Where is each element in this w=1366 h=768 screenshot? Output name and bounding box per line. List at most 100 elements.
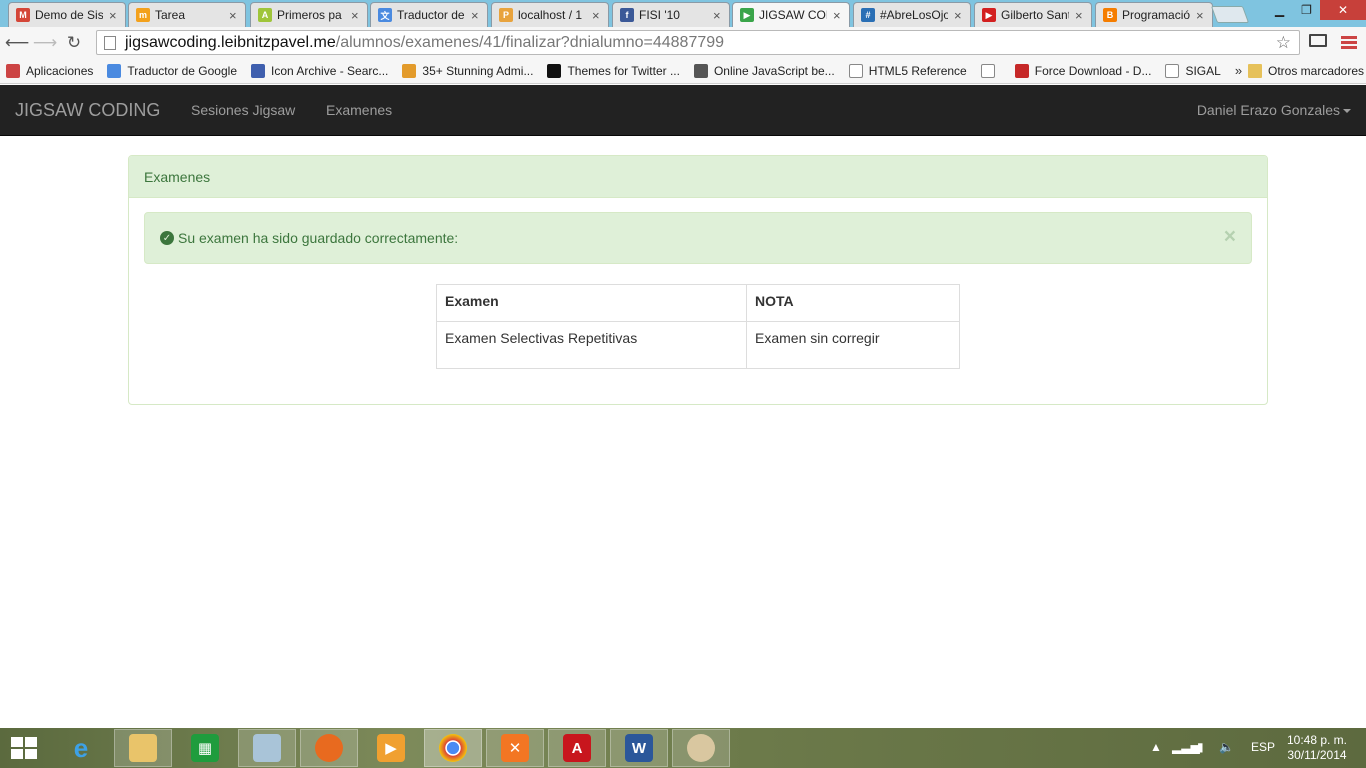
play-icon: ▶ <box>740 8 754 22</box>
page-icon <box>848 63 863 78</box>
file-explorer-icon <box>129 734 157 762</box>
browser-tab[interactable]: ▶ JIGSAW COD × <box>732 2 850 27</box>
notepad-icon <box>253 734 281 762</box>
taskbar-paint[interactable] <box>672 729 730 767</box>
nav-link-sesiones[interactable]: Sesiones Jigsaw <box>191 102 295 118</box>
taskbar-acrobat[interactable]: A <box>548 729 606 767</box>
tab-close-icon[interactable]: × <box>471 8 481 23</box>
windows-start-icon[interactable] <box>11 737 39 759</box>
show-hidden-icons[interactable]: ▲ <box>1150 740 1162 754</box>
bookmark-item[interactable]: Online JavaScript be... <box>688 63 841 78</box>
bookmark-item[interactable] <box>975 63 1007 78</box>
exam-panel: Examenes ✓ Su examen ha sido guardado co… <box>128 155 1268 405</box>
tab-close-icon[interactable]: × <box>109 8 119 23</box>
folder-icon <box>1248 63 1262 78</box>
bookmark-star-icon[interactable]: ☆ <box>1276 33 1291 53</box>
taskbar-word[interactable]: W <box>610 729 668 767</box>
power-icon[interactable]: ▮ <box>1197 740 1204 754</box>
taskbar-firefox[interactable] <box>300 729 358 767</box>
internet-explorer-icon: e <box>73 732 89 763</box>
browser-tab[interactable]: A Primeros pa × <box>250 2 368 27</box>
alert-close-icon[interactable]: × <box>1224 226 1236 247</box>
taskbar-notepad[interactable] <box>238 729 296 767</box>
browser-tab[interactable]: # #AbreLosOjo × <box>853 2 971 27</box>
exam-grade-cell: Examen sin corregir <box>746 321 960 369</box>
bookmark-item[interactable]: Force Download - D... <box>1009 63 1158 78</box>
browser-tab-strip: M Demo de Sis × m Tarea × A Primeros pa × 文 Traduc… <box>0 0 1366 27</box>
browser-tab[interactable]: Plocalhost / 1 × <box>491 2 609 27</box>
bookmark-item[interactable]: Themes for Twitter ... <box>541 63 685 78</box>
user-menu[interactable]: Daniel Erazo Gonzales <box>1197 102 1351 118</box>
table-row: Examen Selectivas Repetitivas Examen sin… <box>436 321 960 369</box>
address-bar[interactable]: jigsawcoding.leibnitzpavel.me/alumnos/ex… <box>96 30 1300 55</box>
clock-date: 30/11/2014 <box>1287 748 1347 762</box>
volume-icon[interactable]: 🔈 <box>1219 740 1234 754</box>
window-close-icon[interactable]: ✕ <box>1320 0 1366 20</box>
taskbar-chrome[interactable] <box>424 729 482 767</box>
tab-close-icon[interactable]: × <box>1196 8 1206 23</box>
bookmark-item[interactable]: Aplicaciones <box>0 63 99 78</box>
tw-icon <box>402 63 417 78</box>
bookmark-item[interactable]: 35+ Stunning Admi... <box>396 63 539 78</box>
owl-icon <box>693 63 708 78</box>
minimize-icon[interactable]: ▁ <box>1266 0 1293 20</box>
tab-title: localhost / 1 <box>518 8 583 22</box>
bookmark-item[interactable]: HTML5 Reference <box>843 63 973 78</box>
taskbar-xampp[interactable]: ✕ <box>486 729 544 767</box>
column-header-nota: NOTA <box>746 284 960 322</box>
exam-results-table: Examen NOTA Examen Selectivas Repetitiva… <box>436 284 960 369</box>
network-signal-icon[interactable]: ▂▃▅ <box>1172 740 1200 754</box>
more-bookmarks-chevron[interactable]: » <box>1235 63 1242 78</box>
reload-icon[interactable]: ↻ <box>62 31 86 55</box>
browser-tab[interactable]: ▶ Gilberto Sant × <box>974 2 1092 27</box>
facebook-icon: f <box>620 8 634 22</box>
other-bookmarks-folder[interactable]: Otros marcadores <box>1242 63 1366 78</box>
check-circle-icon: ✓ <box>160 231 174 245</box>
windows-taskbar: e ▦ ▶ ✕ A W ▲ ▂▃▅ ▮ 🔈 ESP 10:48 p. m. 30… <box>0 728 1366 768</box>
bookmark-label: SIGAL <box>1185 63 1221 78</box>
taskbar-explorer[interactable] <box>114 729 172 767</box>
taskbar-ie[interactable]: e <box>52 729 110 767</box>
apps-grid-icon <box>6 63 20 78</box>
paint-icon <box>687 734 715 762</box>
bookmark-item[interactable]: Icon Archive - Searc... <box>245 63 394 78</box>
success-alert: ✓ Su examen ha sido guardado correctamen… <box>144 212 1252 264</box>
taskbar-media[interactable]: ▶ <box>362 729 420 767</box>
browser-tab[interactable]: B Programació × <box>1095 2 1213 27</box>
maximize-icon[interactable]: ❐ <box>1293 0 1320 20</box>
language-indicator[interactable]: ESP <box>1251 740 1275 754</box>
forward-arrow-icon[interactable]: ⟶ <box>33 31 57 55</box>
tab-close-icon[interactable]: × <box>592 8 602 23</box>
bookmark-item[interactable]: SIGAL <box>1159 63 1226 78</box>
bookmark-item[interactable]: Traductor de Google <box>101 63 243 78</box>
bookmarks-bar: Aplicaciones Traductor de Google Icon Arch… <box>0 58 1366 84</box>
android-icon: A <box>258 8 272 22</box>
brand-logo-text[interactable]: JIGSAW CODING <box>15 100 160 121</box>
browser-tab[interactable]: f FISI '10 × <box>612 2 730 27</box>
page-icon <box>980 63 995 78</box>
clock[interactable]: 10:48 p. m. 30/11/2014 <box>1284 733 1350 763</box>
user-name: Daniel Erazo Gonzales <box>1196 102 1340 118</box>
chrome-menu-icon[interactable] <box>1341 36 1357 50</box>
tab-close-icon[interactable]: × <box>351 8 361 23</box>
clock-time: 10:48 p. m. <box>1286 733 1348 747</box>
browser-tab[interactable]: 文 Traductor de × <box>370 2 488 27</box>
page-icon <box>1165 63 1180 78</box>
tab-title: Programació <box>1122 8 1190 22</box>
tab-close-icon[interactable]: × <box>833 8 843 23</box>
tab-close-icon[interactable]: × <box>713 8 723 23</box>
tab-title: Traductor de <box>397 8 465 22</box>
column-header-examen: Examen <box>436 284 747 322</box>
web-icon: # <box>861 8 875 22</box>
browser-tab[interactable]: m Tarea × <box>128 2 246 27</box>
tab-close-icon[interactable]: × <box>954 8 964 23</box>
tab-close-icon[interactable]: × <box>229 8 239 23</box>
browser-tab[interactable]: M Demo de Sis × <box>8 2 126 27</box>
taskbar-store[interactable]: ▦ <box>176 729 234 767</box>
cast-icon[interactable] <box>1309 34 1327 47</box>
word-icon: W <box>625 734 653 762</box>
nav-link-examenes[interactable]: Examenes <box>326 102 392 118</box>
new-tab-button[interactable] <box>1210 6 1250 23</box>
tab-close-icon[interactable]: × <box>1075 8 1085 23</box>
back-arrow-icon[interactable]: ⟵ <box>5 31 29 55</box>
